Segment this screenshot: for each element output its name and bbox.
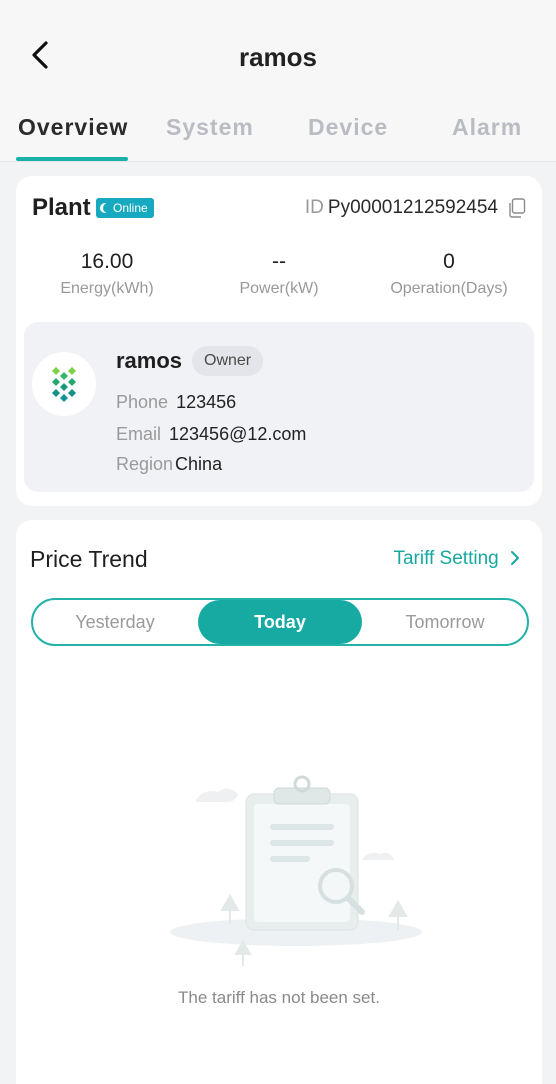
- tariff-setting-label: Tariff Setting: [393, 548, 499, 569]
- tab-alarm[interactable]: Alarm: [452, 114, 522, 141]
- day-segmented-control: Yesterday Today Tomorrow: [31, 598, 529, 646]
- price-trend-card: Price Trend Tariff Setting Yesterday Tod…: [16, 520, 542, 1084]
- tab-bar: Overview System Device Alarm: [0, 100, 556, 162]
- empty-clipboard-illustration: [170, 775, 422, 966]
- page-title: ramos: [238, 42, 318, 72]
- segment-tomorrow[interactable]: Tomorrow: [363, 600, 527, 644]
- tab-system[interactable]: System: [166, 114, 254, 141]
- stat-power-label: Power(kW): [239, 280, 319, 297]
- plant-logo-icon: [32, 352, 96, 416]
- tariff-setting-link[interactable]: Tariff Setting: [393, 548, 520, 570]
- status-badge-label: Online: [113, 201, 148, 215]
- owner-region: Region China: [116, 454, 222, 475]
- plant-id-value: Py00001212592454: [327, 197, 498, 218]
- owner-phone: Phone 123456: [116, 392, 236, 413]
- owner-email-value: 123456@12.com: [169, 424, 307, 444]
- owner-role-badge: Owner: [192, 346, 264, 376]
- owner-phone-value: 123456: [176, 392, 237, 412]
- stat-operation-value: 0: [443, 250, 455, 273]
- empty-state-message: The tariff has not been set.: [178, 988, 380, 1007]
- app-header: ramos: [0, 0, 556, 100]
- stat-power: -- Power(kW): [194, 250, 364, 298]
- chevron-right-icon: [511, 551, 519, 565]
- owner-email: Email 123456@12.com: [116, 424, 306, 445]
- price-trend-title: Price Trend: [30, 546, 148, 572]
- moon-icon: [100, 203, 113, 213]
- copy-icon[interactable]: [508, 198, 526, 218]
- owner-email-label: Email: [116, 424, 162, 444]
- active-tab-indicator: [16, 157, 128, 161]
- owner-name: ramos: [116, 348, 183, 373]
- owner-phone-label: Phone: [116, 392, 169, 412]
- plant-card: Plant Online ID Py00001212592454 16.00 En…: [16, 176, 542, 506]
- stat-energy-label: Energy(kWh): [60, 280, 154, 297]
- tab-device[interactable]: Device: [308, 114, 388, 141]
- owner-region-label: Region: [116, 454, 174, 474]
- status-badge: Online: [96, 198, 154, 218]
- plant-heading: Plant: [32, 194, 91, 221]
- stat-operation-label: Operation(Days): [390, 280, 508, 297]
- plant-id-prefix: ID: [304, 197, 324, 218]
- segment-today[interactable]: Today: [198, 600, 362, 644]
- owner-info: ramos Owner Phone 123456 Email 123456@12.c…: [24, 322, 534, 492]
- stat-operation: 0 Operation(Days): [364, 250, 534, 298]
- stat-energy: 16.00 Energy(kWh): [22, 250, 192, 298]
- owner-region-value: China: [175, 454, 223, 474]
- segment-yesterday[interactable]: Yesterday: [33, 600, 197, 644]
- stat-energy-value: 16.00: [80, 250, 134, 273]
- plant-id: ID Py00001212592454: [305, 197, 498, 219]
- stat-power-value: --: [272, 250, 286, 273]
- tab-overview[interactable]: Overview: [18, 114, 128, 141]
